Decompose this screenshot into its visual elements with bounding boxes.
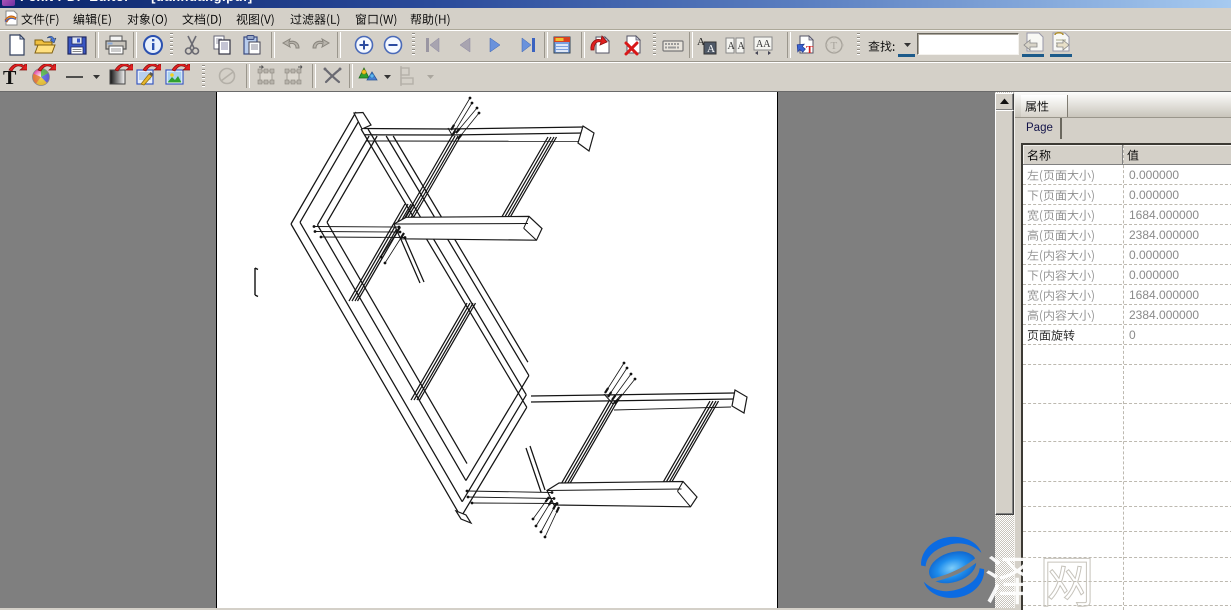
svg-text:A: A xyxy=(707,43,715,55)
svg-text:T: T xyxy=(806,44,814,56)
svg-text:A: A xyxy=(738,41,746,52)
svg-text:T: T xyxy=(831,40,838,52)
svg-text:A: A xyxy=(728,41,736,52)
svg-text:AA: AA xyxy=(756,39,771,50)
